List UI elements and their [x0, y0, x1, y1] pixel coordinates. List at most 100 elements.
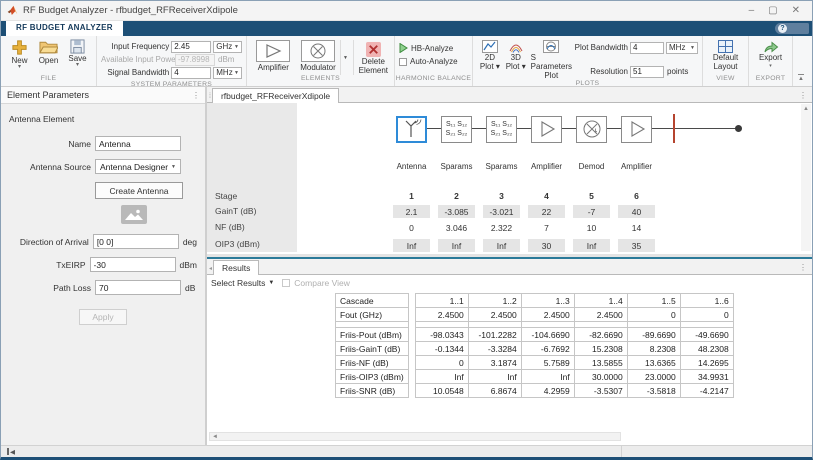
- section-label-elements: ELEMENTS: [247, 75, 394, 86]
- stage-gain-value[interactable]: 2.1: [393, 205, 430, 218]
- direction-of-arrival-field[interactable]: [93, 234, 179, 249]
- export-button[interactable]: Export ▾: [757, 40, 784, 75]
- results-row-label: Friis-NF (dB): [336, 356, 409, 370]
- amplifier-element[interactable]: [531, 116, 562, 143]
- stage-gain-value[interactable]: 22: [528, 205, 565, 218]
- modulator-gallery-button[interactable]: Modulator: [296, 40, 341, 75]
- diagram-menu-icon[interactable]: ⋮: [794, 91, 812, 102]
- available-input-power-unit: dBm: [218, 55, 234, 64]
- stage-oip3-value[interactable]: Inf: [438, 239, 475, 252]
- close-button[interactable]: ✕: [792, 6, 800, 16]
- auto-analyze-checkbox[interactable]: [399, 58, 407, 66]
- txeirp-field[interactable]: [90, 257, 176, 272]
- sparams-element[interactable]: S₁₁ S₁₂S₂₁ S₂₂: [486, 116, 517, 143]
- results-value-cell: 14.2695: [680, 356, 733, 370]
- results-value-cell: -0.1344: [415, 342, 468, 356]
- stage-element-name: Sparams: [440, 162, 472, 173]
- maximize-button[interactable]: ▢: [768, 6, 777, 16]
- default-layout-button[interactable]: Default Layout: [711, 40, 740, 75]
- available-input-power-field: [175, 54, 215, 66]
- stage-column: S₁₁ S₁₂S₂₁ S₂₂ Sparams 3 -3.021 2.322 In…: [479, 103, 524, 252]
- results-panel: ◂ Results ⋮ Select Results ▼ Compare Vie…: [207, 257, 812, 445]
- results-corner-cell: Cascade: [336, 294, 409, 308]
- results-column-header: 1..1: [415, 294, 468, 308]
- diagram-canvas[interactable]: StageGainT (dB)NF (dB)OIP3 (dBm) Antenna…: [207, 103, 812, 254]
- results-column-header: 1..3: [521, 294, 574, 308]
- tab-results[interactable]: Results: [213, 260, 259, 275]
- results-value-cell: 15.2308: [574, 342, 627, 356]
- results-menu-icon[interactable]: ⋮: [794, 263, 812, 274]
- chevron-down-icon: ▼: [234, 70, 239, 76]
- new-plus-icon: [11, 39, 28, 56]
- sparams-element[interactable]: S₁₁ S₁₂S₂₁ S₂₂: [441, 116, 472, 143]
- results-value-cell: Inf: [468, 370, 521, 384]
- stage-gain-value[interactable]: 40: [618, 205, 655, 218]
- stage-gain-value[interactable]: -3.021: [483, 205, 520, 218]
- stage-oip3-value[interactable]: 35: [618, 239, 655, 252]
- results-value-cell: 13.5855: [574, 356, 627, 370]
- stage-oip3-value[interactable]: Inf: [573, 239, 610, 252]
- panel-menu-icon[interactable]: ⋮: [192, 91, 199, 100]
- stage-row-label: OIP3 (dBm): [215, 239, 260, 251]
- stage-oip3-value[interactable]: 30: [528, 239, 565, 252]
- ribbon: New ▾ Open Save ▾ FILE: [1, 36, 812, 87]
- 3d-plot-button[interactable]: 3D Plot ▾: [503, 40, 529, 80]
- results-value-cell: 5.7589: [521, 356, 574, 370]
- select-results-dropdown[interactable]: Select Results: [211, 278, 265, 288]
- antenna-element[interactable]: [396, 116, 427, 143]
- results-row-label: Fout (GHz): [336, 308, 409, 322]
- signal-bandwidth-unit-dropdown[interactable]: MHz▼: [213, 67, 242, 79]
- save-button[interactable]: Save ▾: [63, 39, 92, 75]
- status-bar: ◀: [1, 445, 812, 457]
- results-row-label: Friis-OIP3 (dBm): [336, 370, 409, 384]
- name-field[interactable]: [95, 136, 181, 151]
- toolstrip-tabs: RF BUDGET ANALYZER ?: [1, 21, 812, 36]
- modulator-icon: [301, 40, 335, 62]
- input-frequency-field[interactable]: [171, 41, 211, 53]
- amplifier-icon: [256, 40, 290, 62]
- path-loss-field[interactable]: [95, 280, 181, 295]
- tab-rf-budget-analyzer[interactable]: RF BUDGET ANALYZER: [6, 21, 123, 36]
- plot-bandwidth-unit-dropdown[interactable]: MHz▼: [666, 42, 698, 54]
- 2d-plot-button[interactable]: 2D Plot ▾: [477, 40, 503, 80]
- create-antenna-button[interactable]: Create Antenna: [95, 182, 183, 199]
- plot-bandwidth-field[interactable]: [630, 42, 664, 54]
- results-horizontal-scrollbar[interactable]: ◄: [209, 432, 621, 441]
- delete-element-button[interactable]: Delete Element: [357, 40, 390, 75]
- matlab-logo-icon: [7, 5, 18, 16]
- stage-element-name: Amplifier: [621, 162, 652, 173]
- stage-oip3-value[interactable]: Inf: [483, 239, 520, 252]
- collapse-panel-icon[interactable]: ◀: [7, 448, 15, 456]
- termination-marker: [673, 114, 675, 143]
- stage-gain-value[interactable]: -3.085: [438, 205, 475, 218]
- available-input-power-label: Available Input Power: [101, 55, 173, 64]
- stage-gain-value[interactable]: -7: [573, 205, 610, 218]
- results-value-cell: 6.8674: [468, 384, 521, 398]
- resolution-unit: points: [667, 67, 688, 76]
- input-frequency-unit-dropdown[interactable]: GHz▼: [213, 41, 242, 53]
- tab-rfbudget-document[interactable]: rfbudget_RFReceiverXdipole: [212, 88, 339, 103]
- minimize-ribbon-button[interactable]: ▲: [798, 74, 804, 82]
- results-value-cell: 8.2308: [627, 342, 680, 356]
- resolution-label: Resolution: [574, 67, 628, 76]
- stage-element-name: Antenna: [397, 162, 427, 173]
- compare-view-label: Compare View: [294, 278, 350, 288]
- new-button[interactable]: New ▾: [5, 39, 34, 75]
- resolution-field[interactable]: [630, 66, 664, 78]
- s-parameters-plot-button[interactable]: S Parameters Plot: [529, 40, 574, 80]
- diagram-vertical-scrollbar[interactable]: ▲: [801, 104, 811, 251]
- demod-element[interactable]: [576, 116, 607, 143]
- open-button[interactable]: Open: [34, 39, 63, 75]
- elements-gallery-expand-button[interactable]: ▼: [340, 40, 349, 75]
- apply-button: Apply: [79, 309, 127, 325]
- amplifier-gallery-button[interactable]: Amplifier: [251, 40, 296, 75]
- amplifier-element[interactable]: [621, 116, 652, 143]
- hb-analyze-button[interactable]: HB-Analyze: [399, 43, 458, 53]
- minimize-button[interactable]: –: [749, 6, 755, 16]
- stage-oip3-value[interactable]: Inf: [393, 239, 430, 252]
- help-button[interactable]: ?: [775, 23, 809, 34]
- signal-bandwidth-field[interactable]: [171, 67, 211, 79]
- input-frequency-label: Input Frequency: [101, 42, 169, 51]
- 3d-plot-icon: [508, 40, 524, 53]
- antenna-source-dropdown[interactable]: Antenna Designer ▼: [95, 159, 181, 174]
